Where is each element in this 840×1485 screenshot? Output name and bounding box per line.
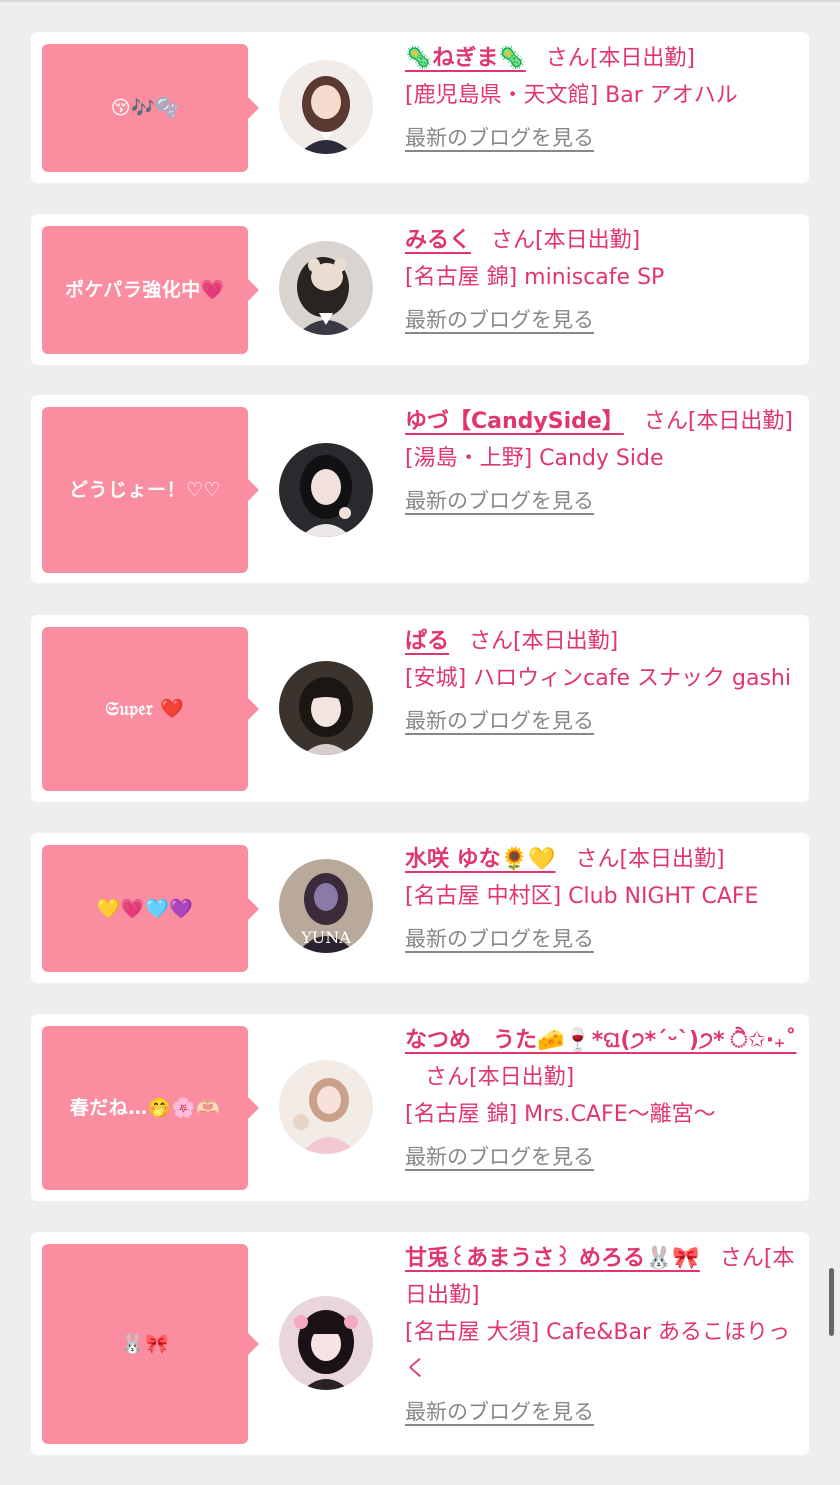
- honorific: さん: [545, 46, 590, 71]
- shop-name: [鹿児島県・天文館] Bar アオハル: [405, 83, 738, 108]
- avatar[interactable]: [279, 661, 373, 755]
- shop-name: [湯島・上野] Candy Side: [405, 446, 664, 471]
- cast-card: 🐰🎀 甘兎꒰あまうさ꒱ めろる🐰🎀 さん[本日出勤] [名古屋 大須] Cafe&…: [31, 1232, 809, 1455]
- shop-name: [安城] ハロウィンcafe スナック gashi: [405, 666, 791, 691]
- message-text: 😚🎶🫧: [110, 97, 180, 119]
- message-bubble: どうじょー！♡♡: [42, 407, 259, 573]
- cast-info: なつめ うた🧀🍷*ଘ(੭*ˊᵕˋ)੭* ੈ✩‧₊˚ さん[本日出勤] [名古屋 錦…: [405, 1022, 797, 1176]
- message-bubble: 𝔖𝔲𝔭𝔢𝔯 ❤️: [42, 627, 259, 791]
- honorific: さん: [491, 228, 536, 253]
- work-status: [本日出勤]: [619, 847, 725, 872]
- shop-name: [名古屋 錦] miniscafe SP: [405, 265, 665, 290]
- honorific: さん: [643, 409, 688, 434]
- message-text: ポケパラ強化中💗: [65, 279, 225, 301]
- avatar-image: [279, 661, 373, 755]
- avatar[interactable]: [279, 241, 373, 335]
- latest-blog-link[interactable]: 最新のブログを見る: [405, 483, 797, 520]
- honorific: さん: [575, 847, 620, 872]
- cast-info: ゆづ【CandySide】 さん[本日出勤] [湯島・上野] Candy Side…: [405, 403, 797, 520]
- message-bubble: 🐰🎀: [42, 1244, 259, 1444]
- latest-blog-link[interactable]: 最新のブログを見る: [405, 1139, 797, 1176]
- scrollbar-thumb[interactable]: [829, 1268, 834, 1336]
- work-status: [本日出勤]: [469, 1065, 575, 1090]
- avatar[interactable]: [279, 443, 373, 537]
- work-status: [本日出勤]: [589, 46, 695, 71]
- cast-card: 💛💗🩵💜 YUNA 水咲 ゆな🌻💛 さん[本日出勤] [名古屋 中村区] Club…: [31, 833, 809, 983]
- message-text: 𝔖𝔲𝔭𝔢𝔯 ❤️: [105, 698, 185, 720]
- message-bubble: 春だね…🤭🌸🫶🏻: [42, 1026, 259, 1190]
- cast-card: どうじょー！♡♡ ゆづ【CandySide】 さん[本日出勤] [湯島・上野] C…: [31, 395, 809, 583]
- message-bubble: 😚🎶🫧: [42, 44, 259, 172]
- avatar[interactable]: [279, 1296, 373, 1390]
- cast-info: 🦠ねぎま🦠 さん[本日出勤] [鹿児島県・天文館] Bar アオハル 最新のブログ…: [405, 40, 797, 157]
- cast-card: ポケパラ強化中💗 みるく さん[本日出勤] [名古屋 錦] miniscafe S…: [31, 214, 809, 365]
- message-bubble: 💛💗🩵💜: [42, 845, 259, 972]
- message-text: 春だね…🤭🌸🫶🏻: [69, 1097, 221, 1119]
- cast-card: 𝔖𝔲𝔭𝔢𝔯 ❤️ ぱる さん[本日出勤] [安城] ハロウィンcafe スナック …: [31, 615, 809, 802]
- honorific: さん: [719, 1246, 764, 1271]
- cast-name-link[interactable]: 🦠ねぎま🦠: [405, 46, 526, 71]
- avatar-image: [279, 60, 373, 154]
- work-status: [本日出勤]: [687, 409, 793, 434]
- avatar[interactable]: [279, 1060, 373, 1154]
- message-bubble: ポケパラ強化中💗: [42, 226, 259, 354]
- cast-card: 😚🎶🫧 🦠ねぎま🦠 さん[本日出勤] [鹿児島県・天文館] Bar アオハル 最新…: [31, 32, 809, 183]
- avatar[interactable]: [279, 60, 373, 154]
- latest-blog-link[interactable]: 最新のブログを見る: [405, 1394, 797, 1431]
- avatar-image: [279, 443, 373, 537]
- shop-name: [名古屋 大須] Cafe&Bar あるこほりっく: [405, 1320, 791, 1382]
- cast-name-link[interactable]: なつめ うた🧀🍷*ଘ(੭*ˊᵕˋ)੭* ੈ✩‧₊˚: [405, 1028, 796, 1053]
- avatar-image: [279, 1296, 373, 1390]
- message-text: 🐰🎀: [120, 1333, 170, 1355]
- avatar-image: [279, 241, 373, 335]
- shop-name: [名古屋 中村区] Club NIGHT CAFE: [405, 884, 759, 909]
- latest-blog-link[interactable]: 最新のブログを見る: [405, 921, 797, 958]
- latest-blog-link[interactable]: 最新のブログを見る: [405, 120, 797, 157]
- avatar-caption: YUNA: [300, 928, 351, 947]
- latest-blog-link[interactable]: 最新のブログを見る: [405, 302, 797, 339]
- shop-name: [名古屋 錦] Mrs.CAFE～離宮～: [405, 1102, 716, 1127]
- top-divider: [0, 0, 840, 2]
- honorific: さん: [469, 629, 514, 654]
- cast-name-link[interactable]: ゆづ【CandySide】: [405, 409, 624, 434]
- work-status: [本日出勤]: [535, 228, 641, 253]
- cast-name-link[interactable]: 水咲 ゆな🌻💛: [405, 847, 555, 872]
- avatar[interactable]: YUNA: [279, 859, 373, 953]
- latest-blog-link[interactable]: 最新のブログを見る: [405, 703, 797, 740]
- cast-name-link[interactable]: ぱる: [405, 629, 449, 654]
- avatar-image: [279, 1060, 373, 1154]
- cast-info: みるく さん[本日出勤] [名古屋 錦] miniscafe SP 最新のブログを…: [405, 222, 797, 339]
- cast-info: ぱる さん[本日出勤] [安城] ハロウィンcafe スナック gashi 最新の…: [405, 623, 797, 740]
- cast-card: 春だね…🤭🌸🫶🏻 なつめ うた🧀🍷*ଘ(੭*ˊᵕˋ)੭* ੈ✩‧₊˚ さん[本日出…: [31, 1014, 809, 1201]
- work-status: [本日出勤]: [513, 629, 619, 654]
- message-text: どうじょー！♡♡: [68, 479, 222, 501]
- honorific: さん: [425, 1065, 470, 1090]
- cast-name-link[interactable]: みるく: [405, 228, 471, 253]
- cast-info: 甘兎꒰あまうさ꒱ めろる🐰🎀 さん[本日出勤] [名古屋 大須] Cafe&Bar…: [405, 1240, 797, 1431]
- cast-name-link[interactable]: 甘兎꒰あまうさ꒱ めろる🐰🎀: [405, 1246, 700, 1271]
- avatar-image: YUNA: [279, 859, 373, 953]
- cast-info: 水咲 ゆな🌻💛 さん[本日出勤] [名古屋 中村区] Club NIGHT CAF…: [405, 841, 797, 958]
- message-text: 💛💗🩵💜: [96, 897, 194, 920]
